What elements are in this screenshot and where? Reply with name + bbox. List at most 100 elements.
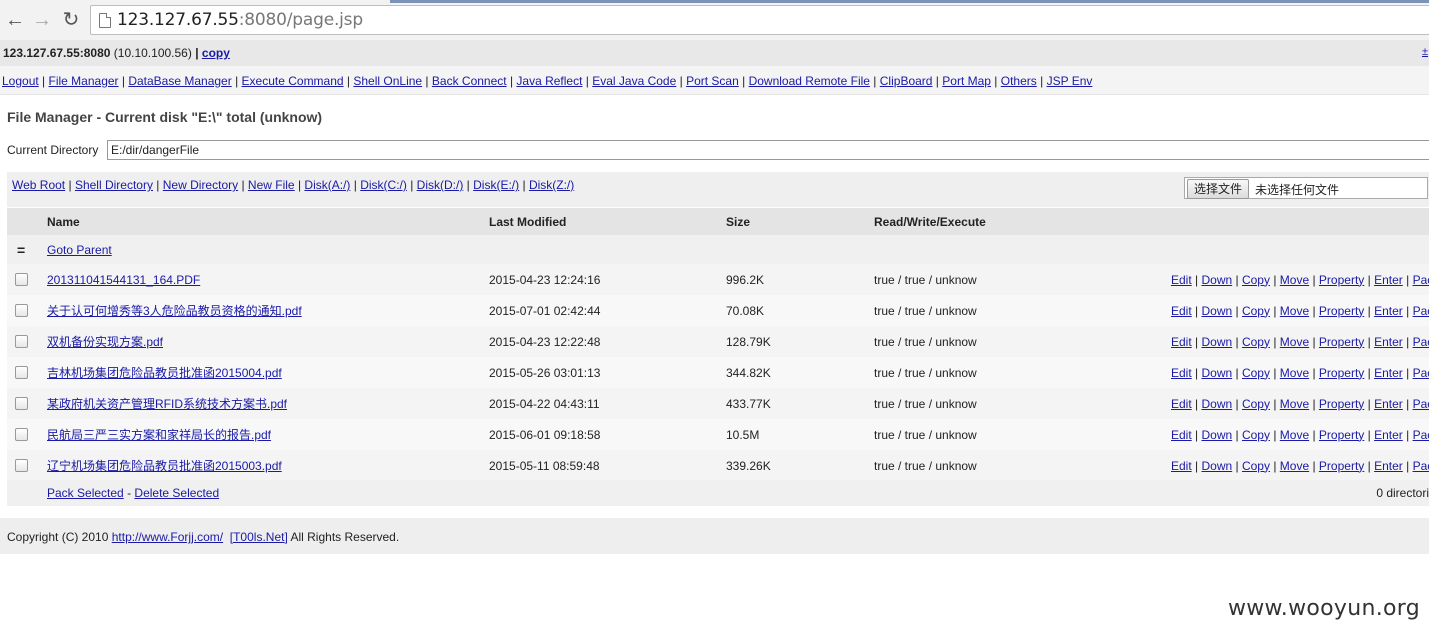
action-enter-link[interactable]: Enter <box>1374 366 1403 380</box>
action-property-link[interactable]: Property <box>1319 459 1364 473</box>
goto-parent-link[interactable]: Goto Parent <box>47 243 112 257</box>
url-text[interactable]: 123.127.67.55:8080/page.jsp <box>117 10 363 30</box>
menu-clipboard-link[interactable]: ClipBoard <box>880 74 933 88</box>
menu-back-connect-link[interactable]: Back Connect <box>432 74 507 88</box>
action-enter-link[interactable]: Enter <box>1374 459 1403 473</box>
choose-file-button[interactable]: 选择文件 <box>1187 179 1250 199</box>
action-property-link[interactable]: Property <box>1319 335 1364 349</box>
forjj-link[interactable]: http://www.Forjj.com/ <box>112 530 223 544</box>
menu-eval-java-code-link[interactable]: Eval Java Code <box>592 74 676 88</box>
action-property-link[interactable]: Property <box>1319 304 1364 318</box>
file-name-link[interactable]: 辽宁机场集团危险品教员批准函2015003.pdf <box>47 457 282 474</box>
t00ls-link[interactable]: [T00ls.Net] <box>230 530 288 544</box>
menu-database-manager-link[interactable]: DataBase Manager <box>128 74 231 88</box>
action-pac-link[interactable]: Pac <box>1413 428 1429 442</box>
action-property-link[interactable]: Property <box>1319 273 1364 287</box>
action-copy-link[interactable]: Copy <box>1242 335 1270 349</box>
toolbar-disk-d-link[interactable]: Disk(D:/) <box>417 178 464 192</box>
menu-java-reflect-link[interactable]: Java Reflect <box>516 74 582 88</box>
action-pac-link[interactable]: Pac <box>1413 459 1429 473</box>
action-property-link[interactable]: Property <box>1319 428 1364 442</box>
action-move-link[interactable]: Move <box>1280 428 1309 442</box>
file-name-link[interactable]: 关于认可何增秀等3人危险品教员资格的通知.pdf <box>47 302 302 319</box>
row-checkbox[interactable] <box>15 304 28 317</box>
action-enter-link[interactable]: Enter <box>1374 397 1403 411</box>
menu-port-scan-link[interactable]: Port Scan <box>686 74 739 88</box>
menu-others-link[interactable]: Others <box>1001 74 1037 88</box>
row-checkbox[interactable] <box>15 335 28 348</box>
action-move-link[interactable]: Move <box>1280 273 1309 287</box>
action-pac-link[interactable]: Pac <box>1413 304 1429 318</box>
row-checkbox[interactable] <box>15 428 28 441</box>
action-move-link[interactable]: Move <box>1280 397 1309 411</box>
row-checkbox[interactable] <box>15 397 28 410</box>
action-down-link[interactable]: Down <box>1201 304 1232 318</box>
action-down-link[interactable]: Down <box>1201 397 1232 411</box>
current-directory-input[interactable] <box>107 140 1429 160</box>
action-down-link[interactable]: Down <box>1201 428 1232 442</box>
file-chooser[interactable]: 选择文件 未选择任何文件 <box>1184 177 1428 199</box>
forward-arrow-icon[interactable]: → <box>30 8 54 32</box>
file-name-link[interactable]: 双机备份实现方案.pdf <box>47 333 163 350</box>
action-move-link[interactable]: Move <box>1280 366 1309 380</box>
address-bar[interactable]: 123.127.67.55:8080/page.jsp <box>90 5 1429 35</box>
action-enter-link[interactable]: Enter <box>1374 304 1403 318</box>
file-name-link[interactable]: 民航局三严三实方案和家祥局长的报告.pdf <box>47 426 271 443</box>
toolbar-shell-directory-link[interactable]: Shell Directory <box>75 178 153 192</box>
action-pac-link[interactable]: Pac <box>1413 273 1429 287</box>
row-checkbox[interactable] <box>15 366 28 379</box>
action-pac-link[interactable]: Pac <box>1413 335 1429 349</box>
action-property-link[interactable]: Property <box>1319 397 1364 411</box>
action-move-link[interactable]: Move <box>1280 459 1309 473</box>
action-move-link[interactable]: Move <box>1280 304 1309 318</box>
action-move-link[interactable]: Move <box>1280 335 1309 349</box>
toolbar-web-root-link[interactable]: Web Root <box>12 178 65 192</box>
action-copy-link[interactable]: Copy <box>1242 428 1270 442</box>
action-pac-link[interactable]: Pac <box>1413 366 1429 380</box>
menu-execute-command-link[interactable]: Execute Command <box>242 74 344 88</box>
action-enter-link[interactable]: Enter <box>1374 335 1403 349</box>
menu-shell-online-link[interactable]: Shell OnLine <box>353 74 422 88</box>
toolbar-disk-z-link[interactable]: Disk(Z:/) <box>529 178 574 192</box>
action-edit-link[interactable]: Edit <box>1171 304 1192 318</box>
toolbar-new-directory-link[interactable]: New Directory <box>163 178 238 192</box>
menu-jsp-env-link[interactable]: JSP Env <box>1047 74 1093 88</box>
copy-link[interactable]: copy <box>202 46 230 60</box>
toolbar-disk-c-link[interactable]: Disk(C:/) <box>360 178 407 192</box>
file-name-link[interactable]: 某政府机关资产管理RFID系统技术方案书.pdf <box>47 395 287 412</box>
delete-selected-link[interactable]: Delete Selected <box>134 486 219 500</box>
action-enter-link[interactable]: Enter <box>1374 273 1403 287</box>
action-copy-link[interactable]: Copy <box>1242 459 1270 473</box>
action-edit-link[interactable]: Edit <box>1171 459 1192 473</box>
row-checkbox[interactable] <box>15 459 28 472</box>
toolbar-disk-a-link[interactable]: Disk(A:/) <box>304 178 350 192</box>
row-checkbox[interactable] <box>15 273 28 286</box>
action-down-link[interactable]: Down <box>1201 335 1232 349</box>
menu-download-remote-file-link[interactable]: Download Remote File <box>749 74 870 88</box>
menu-file-manager-link[interactable]: File Manager <box>49 74 119 88</box>
action-enter-link[interactable]: Enter <box>1374 428 1403 442</box>
action-edit-link[interactable]: Edit <box>1171 366 1192 380</box>
toolbar-new-file-link[interactable]: New File <box>248 178 295 192</box>
menu-port-map-link[interactable]: Port Map <box>942 74 991 88</box>
reload-icon[interactable]: ↻ <box>59 8 83 32</box>
action-down-link[interactable]: Down <box>1201 273 1232 287</box>
action-copy-link[interactable]: Copy <box>1242 273 1270 287</box>
action-edit-link[interactable]: Edit <box>1171 397 1192 411</box>
file-name-link[interactable]: 吉林机场集团危险品教员批准函2015004.pdf <box>47 364 282 381</box>
toolbar-disk-e-link[interactable]: Disk(E:/) <box>473 178 519 192</box>
menu-logout-link[interactable]: Logout <box>2 74 39 88</box>
back-arrow-icon[interactable]: ← <box>3 8 27 32</box>
action-edit-link[interactable]: Edit <box>1171 428 1192 442</box>
toggle-link[interactable]: ± <box>1422 46 1428 58</box>
file-name-link[interactable]: 201311041544131_164.PDF <box>47 273 200 287</box>
action-edit-link[interactable]: Edit <box>1171 273 1192 287</box>
action-copy-link[interactable]: Copy <box>1242 366 1270 380</box>
action-property-link[interactable]: Property <box>1319 366 1364 380</box>
action-down-link[interactable]: Down <box>1201 459 1232 473</box>
pack-selected-link[interactable]: Pack Selected <box>47 486 124 500</box>
action-down-link[interactable]: Down <box>1201 366 1232 380</box>
action-copy-link[interactable]: Copy <box>1242 397 1270 411</box>
action-copy-link[interactable]: Copy <box>1242 304 1270 318</box>
action-pac-link[interactable]: Pac <box>1413 397 1429 411</box>
